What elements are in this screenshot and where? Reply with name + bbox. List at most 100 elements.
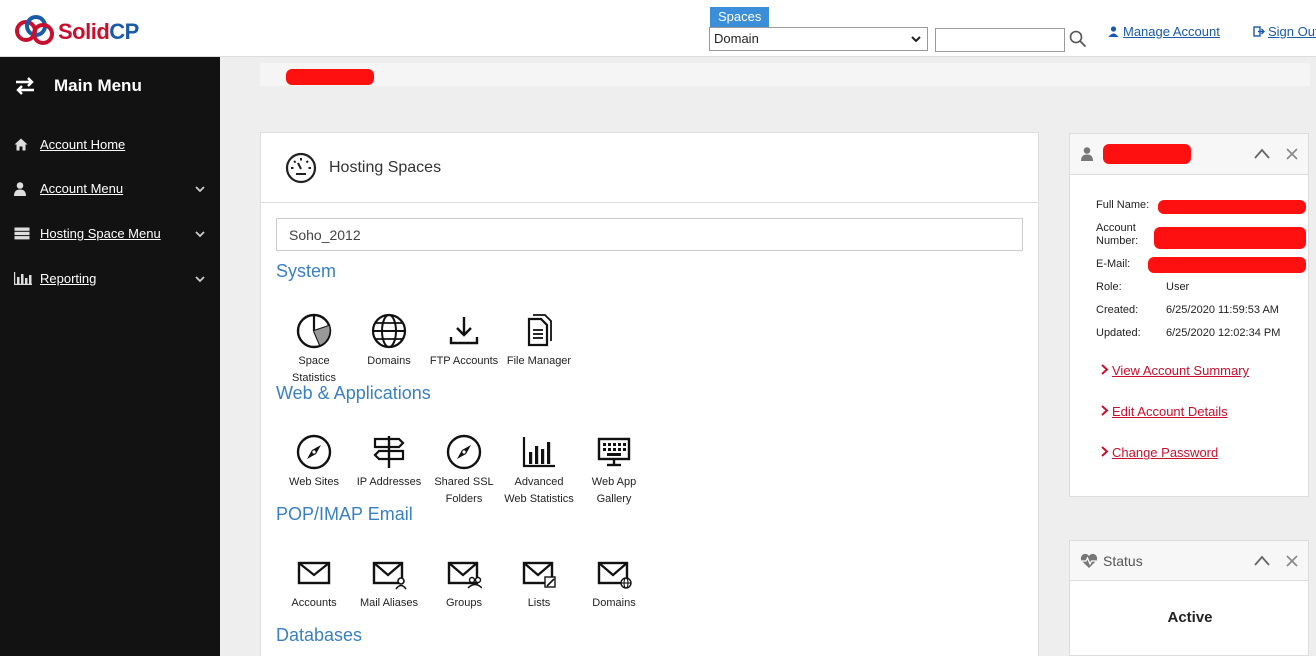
label-email: E-Mail: [1096,258,1131,270]
spaces-select[interactable]: Domain [709,27,928,51]
label-updated: Updated: [1096,327,1141,339]
sidebar-item-label: Reporting [40,271,97,286]
tile-label: Lists [527,597,551,609]
tile-label: File Manager [506,355,572,367]
user-icon [1108,26,1119,37]
account-info-card: Full Name: Account Number: E-Mail: Role:… [1069,133,1309,497]
collapse-icon[interactable] [1253,146,1271,162]
sidebar-item-label: Account Menu [40,181,124,196]
tile-label: Space Statistics [291,355,336,384]
value-role: User [1166,281,1190,293]
edit-account-details-link[interactable]: Edit Account Details [1100,404,1228,419]
tile-label: Groups [445,597,483,609]
download-icon [449,317,479,345]
panel-header: Hosting Spaces [261,133,1038,203]
logo-text: SolidCP [58,19,139,44]
tile-advanced-web-statistics[interactable]: Advanced Web Statistics [504,434,574,508]
chevron-right-icon [1101,446,1109,457]
label-account-number: Account Number: [1096,222,1139,247]
search-input[interactable] [935,28,1065,52]
label-role: Role: [1096,281,1122,293]
section-title-system: System [276,261,337,281]
collapse-icon[interactable] [1253,553,1271,569]
breadcrumb [260,63,1310,86]
logo[interactable]: SolidCP [14,15,139,49]
close-icon[interactable] [1285,146,1299,162]
tile-shared-ssl-folders[interactable]: Shared SSL Folders [429,434,499,508]
envelope-user-icon [372,561,407,590]
label-full-name: Full Name: [1096,199,1150,211]
keyboard-monitor-icon [597,437,631,467]
sidebar-item-label: Hosting Space Menu [40,226,161,241]
envelope-group-icon [447,561,482,589]
redaction-mark [1158,200,1306,214]
tile-email-domains[interactable]: Domains [579,555,649,612]
tile-label: Advanced Web Statistics [504,476,574,505]
value-updated: 6/25/2020 12:02:34 PM [1166,327,1281,339]
tile-ftp-accounts[interactable]: FTP Accounts [429,313,499,370]
tile-web-app-gallery[interactable]: Web App Gallery [579,434,649,508]
spaces-label: Spaces [710,7,770,27]
tile-label: IP Addresses [356,476,422,488]
compass-icon [446,434,482,470]
chevron-down-icon [195,276,205,283]
home-icon [14,138,32,151]
tile-label: Shared SSL Folders [434,476,494,505]
user-icon [14,181,32,196]
label-created: Created: [1096,304,1139,316]
heartbeat-icon [1080,553,1098,568]
chevron-down-icon [195,231,205,238]
swap-arrows-icon [16,77,34,95]
chevron-right-icon [1101,364,1109,375]
sidebar-item-account-home[interactable]: Account Home [14,137,210,152]
sign-out-link[interactable]: Sign Out [1253,24,1316,39]
manage-account-link[interactable]: Manage Account [1108,24,1220,39]
pie-chart-icon [296,313,332,349]
tile-label: FTP Accounts [429,355,499,367]
tile-label: Mail Aliases [359,597,419,609]
sidebar-item-account-menu[interactable]: Account Menu [14,181,210,196]
logo-mark-icon [15,15,54,45]
hosting-space-selector[interactable]: Soho_2012 [276,218,1023,251]
tile-email-groups[interactable]: Groups [429,555,499,612]
envelope-edit-icon [522,561,556,588]
chevron-down-icon [911,36,921,43]
close-icon[interactable] [1285,553,1299,569]
value-created: 6/25/2020 11:59:53 AM [1166,304,1279,316]
chevron-down-icon [195,186,205,193]
section-title-web-applications: Web & Applications [276,383,431,403]
redaction-mark [1148,257,1306,273]
tile-space-statistics[interactable]: Space Statistics [279,313,349,387]
signpost-icon [373,436,405,468]
sidebar-item-label: Account Home [40,137,126,152]
envelope-icon [297,561,331,585]
chevron-right-icon [1101,405,1109,416]
sign-out-icon [1253,26,1265,37]
top-header: SolidCP Spaces Domain Manage Account Sig… [0,0,1316,57]
tile-domains[interactable]: Domains [354,313,424,370]
bar-chart-icon [522,437,555,468]
tile-email-accounts[interactable]: Accounts [279,555,349,612]
server-icon [14,227,32,240]
main-menu-toggle[interactable]: Main Menu [14,76,142,96]
sidebar-item-hosting-space-menu[interactable]: Hosting Space Menu [14,226,210,241]
redaction-mark [1103,144,1191,164]
tile-mail-aliases[interactable]: Mail Aliases [354,555,424,612]
search-icon[interactable] [1069,30,1087,48]
tile-label: Domains [592,597,636,609]
tile-email-lists[interactable]: Lists [504,555,574,612]
hosting-spaces-panel: Hosting Spaces Soho_2012 System Space St… [260,132,1039,656]
change-password-link[interactable]: Change Password [1100,445,1218,460]
account-card-header [1070,134,1308,175]
tile-file-manager[interactable]: File Manager [504,313,574,370]
envelope-globe-icon [597,561,632,589]
dashboard-gauge-icon [285,152,317,183]
document-icon [527,314,552,347]
tile-web-sites[interactable]: Web Sites [279,434,349,491]
sidebar-item-reporting[interactable]: Reporting [14,271,210,286]
redaction-mark [286,69,374,85]
spaces-select-value: Domain [714,31,759,46]
panel-title: Hosting Spaces [329,158,442,176]
view-account-summary-link[interactable]: View Account Summary [1100,363,1249,378]
tile-ip-addresses[interactable]: IP Addresses [354,434,424,491]
